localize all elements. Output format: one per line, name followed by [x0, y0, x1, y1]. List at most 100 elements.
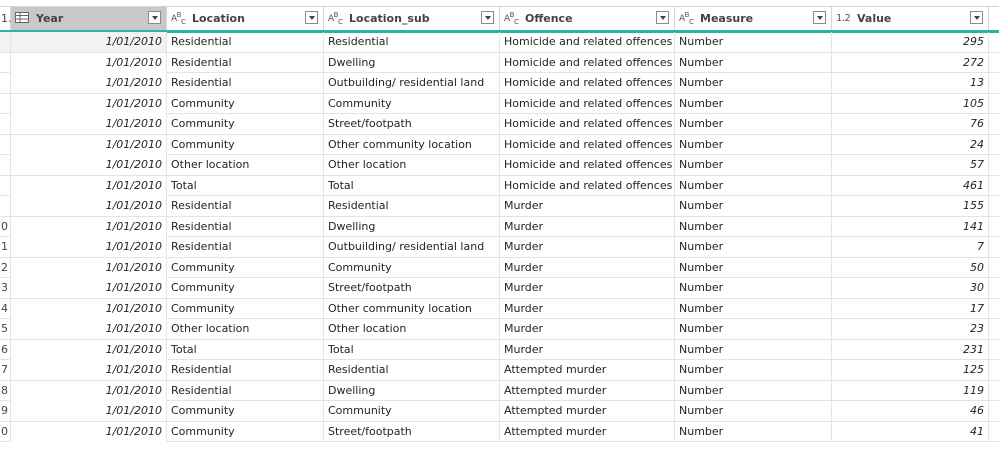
cell-location[interactable]: Community: [167, 278, 324, 298]
cell-value[interactable]: 119: [832, 380, 989, 401]
text-type-icon[interactable]: ABC: [328, 11, 346, 26]
decimal-type-icon[interactable]: 1.2: [836, 13, 854, 24]
row-index[interactable]: [0, 155, 11, 175]
cell-measure[interactable]: Number: [675, 216, 832, 237]
cell-measure[interactable]: Number: [675, 52, 832, 73]
table-row[interactable]: 1/01/2010 Other location Other location Hom…: [0, 155, 999, 176]
cell-value[interactable]: 125: [832, 360, 989, 380]
table-row[interactable]: 7 1/01/2010 Residential Residential Attempte…: [0, 360, 999, 381]
cell-measure[interactable]: Number: [675, 155, 832, 175]
cell-value[interactable]: 17: [832, 298, 989, 319]
cell-location[interactable]: Community: [167, 114, 324, 134]
row-index[interactable]: 5: [0, 319, 11, 339]
cell-offence[interactable]: Homicide and related offences: [500, 52, 675, 73]
table-row[interactable]: 8 1/01/2010 Residential Dwelling Attempted m…: [0, 380, 999, 401]
cell-measure[interactable]: Number: [675, 401, 832, 421]
table-row[interactable]: 1/01/2010 Community Community Homicide and …: [0, 93, 999, 114]
cell-value[interactable]: 295: [832, 32, 989, 52]
cell-location[interactable]: Other location: [167, 155, 324, 175]
cell-offence[interactable]: Homicide and related offences: [500, 175, 675, 196]
row-index[interactable]: [0, 52, 11, 73]
cell-year[interactable]: 1/01/2010: [11, 52, 167, 73]
table-row[interactable]: 1/01/2010 Residential Residential Homicide …: [0, 32, 999, 53]
cell-location[interactable]: Residential: [167, 380, 324, 401]
text-type-icon[interactable]: ABC: [171, 11, 189, 26]
cell-offence[interactable]: Attempted murder: [500, 380, 675, 401]
table-row[interactable]: 5 1/01/2010 Other location Other location Mu…: [0, 319, 999, 340]
cell-location-sub[interactable]: Dwelling: [324, 380, 500, 401]
cell-measure[interactable]: Number: [675, 298, 832, 319]
cell-year[interactable]: 1/01/2010: [11, 134, 167, 155]
cell-measure[interactable]: Number: [675, 278, 832, 298]
text-type-icon[interactable]: ABC: [504, 11, 522, 26]
cell-measure[interactable]: Number: [675, 196, 832, 216]
cell-value[interactable]: 231: [832, 339, 989, 360]
cell-location-sub[interactable]: Community: [324, 93, 500, 114]
cell-year[interactable]: 1/01/2010: [11, 175, 167, 196]
cell-offence[interactable]: Murder: [500, 298, 675, 319]
cell-year[interactable]: 1/01/2010: [11, 32, 167, 52]
cell-offence[interactable]: Murder: [500, 257, 675, 278]
cell-measure[interactable]: Number: [675, 93, 832, 114]
cell-location-sub[interactable]: Other community location: [324, 298, 500, 319]
filter-dropdown-year[interactable]: [148, 11, 161, 24]
cell-year[interactable]: 1/01/2010: [11, 298, 167, 319]
cell-measure[interactable]: Number: [675, 114, 832, 134]
table-row[interactable]: 6 1/01/2010 Total Total Murder Number 231: [0, 339, 999, 360]
filter-dropdown-offence[interactable]: [656, 11, 669, 24]
filter-dropdown-location-sub[interactable]: [481, 11, 494, 24]
cell-location-sub[interactable]: Residential: [324, 196, 500, 216]
cell-offence[interactable]: Homicide and related offences: [500, 134, 675, 155]
row-index[interactable]: 3: [0, 278, 11, 298]
cell-location-sub[interactable]: Other location: [324, 319, 500, 339]
row-index[interactable]: 6: [0, 339, 11, 360]
column-header-value[interactable]: 1.2 Value: [832, 7, 989, 30]
cell-location-sub[interactable]: Street/footpath: [324, 421, 500, 442]
cell-year[interactable]: 1/01/2010: [11, 237, 167, 257]
cell-location-sub[interactable]: Outbuilding/ residential land: [324, 73, 500, 93]
cell-value[interactable]: 461: [832, 175, 989, 196]
cell-year[interactable]: 1/01/2010: [11, 73, 167, 93]
cell-location-sub[interactable]: Dwelling: [324, 52, 500, 73]
row-index[interactable]: [0, 114, 11, 134]
column-header-year[interactable]: Year: [11, 7, 167, 30]
cell-location[interactable]: Community: [167, 401, 324, 421]
cell-offence[interactable]: Homicide and related offences: [500, 93, 675, 114]
cell-measure[interactable]: Number: [675, 134, 832, 155]
cell-measure[interactable]: Number: [675, 339, 832, 360]
table-row[interactable]: 1 1/01/2010 Residential Outbuilding/ reside…: [0, 237, 999, 258]
cell-location-sub[interactable]: Community: [324, 401, 500, 421]
row-index[interactable]: 0: [0, 421, 11, 442]
cell-measure[interactable]: Number: [675, 319, 832, 339]
cell-location[interactable]: Residential: [167, 32, 324, 52]
cell-measure[interactable]: Number: [675, 421, 832, 442]
cell-year[interactable]: 1/01/2010: [11, 401, 167, 421]
cell-location-sub[interactable]: Dwelling: [324, 216, 500, 237]
column-header-location-sub[interactable]: ABC Location_sub: [324, 7, 500, 30]
column-header-offence[interactable]: ABC Offence: [500, 7, 675, 30]
filter-dropdown-measure[interactable]: [813, 11, 826, 24]
table-row[interactable]: 1/01/2010 Residential Residential Murder Num…: [0, 196, 999, 217]
cell-location[interactable]: Community: [167, 134, 324, 155]
cell-location-sub[interactable]: Other location: [324, 155, 500, 175]
cell-value[interactable]: 76: [832, 114, 989, 134]
table-row[interactable]: 0 1/01/2010 Residential Dwelling Murder Numbe…: [0, 216, 999, 237]
cell-value[interactable]: 105: [832, 93, 989, 114]
cell-location[interactable]: Community: [167, 257, 324, 278]
row-index[interactable]: 0: [0, 216, 11, 237]
cell-location[interactable]: Residential: [167, 52, 324, 73]
row-index[interactable]: [0, 93, 11, 114]
cell-location[interactable]: Community: [167, 298, 324, 319]
cell-offence[interactable]: Murder: [500, 237, 675, 257]
table-row[interactable]: 1/01/2010 Residential Dwelling Homicide and…: [0, 52, 999, 73]
cell-offence[interactable]: Murder: [500, 339, 675, 360]
cell-year[interactable]: 1/01/2010: [11, 360, 167, 380]
column-header-location[interactable]: ABC Location: [167, 7, 324, 30]
cell-offence[interactable]: Homicide and related offences: [500, 73, 675, 93]
cell-location-sub[interactable]: Street/footpath: [324, 114, 500, 134]
cell-offence[interactable]: Murder: [500, 196, 675, 216]
cell-offence[interactable]: Attempted murder: [500, 401, 675, 421]
text-type-icon[interactable]: ABC: [679, 11, 697, 26]
cell-measure[interactable]: Number: [675, 360, 832, 380]
cell-year[interactable]: 1/01/2010: [11, 93, 167, 114]
